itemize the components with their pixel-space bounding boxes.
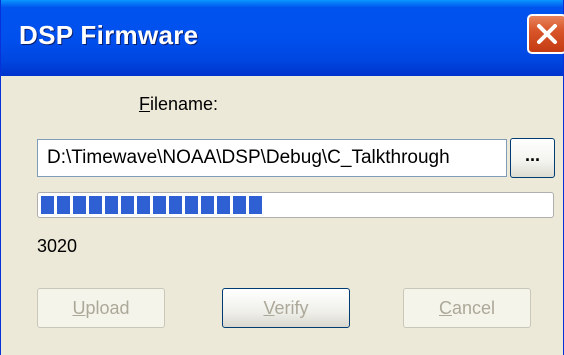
cancel-button[interactable]: Cancel xyxy=(403,288,531,328)
progress-bar xyxy=(37,192,554,218)
verify-button-label: erify xyxy=(274,298,309,318)
filename-label-text: ilename: xyxy=(150,94,219,114)
window-title: DSP Firmware xyxy=(19,20,199,50)
progress-fill xyxy=(41,196,262,214)
verify-button[interactable]: Verify xyxy=(222,288,350,328)
browse-button[interactable]: ... xyxy=(510,138,555,178)
filename-label-accel: F xyxy=(139,94,150,114)
filename-label: Filename: xyxy=(139,94,218,115)
upload-button-label: pload xyxy=(85,298,130,318)
dsp-firmware-dialog: DSP Firmware Filename: D:\Timewave\NOAA\… xyxy=(0,0,564,355)
cancel-button-label: ancel xyxy=(451,298,496,318)
title-bar[interactable]: DSP Firmware xyxy=(1,0,564,76)
close-button[interactable] xyxy=(527,14,564,54)
cancel-button-accel: C xyxy=(438,298,452,318)
filename-input[interactable]: D:\Timewave\NOAA\DSP\Debug\C_Talkthrough xyxy=(37,139,507,177)
verify-button-accel: V xyxy=(263,298,275,318)
close-icon xyxy=(537,24,557,44)
status-count: 3020 xyxy=(37,236,78,256)
upload-button[interactable]: Upload xyxy=(37,288,165,328)
upload-button-accel: U xyxy=(72,298,86,318)
